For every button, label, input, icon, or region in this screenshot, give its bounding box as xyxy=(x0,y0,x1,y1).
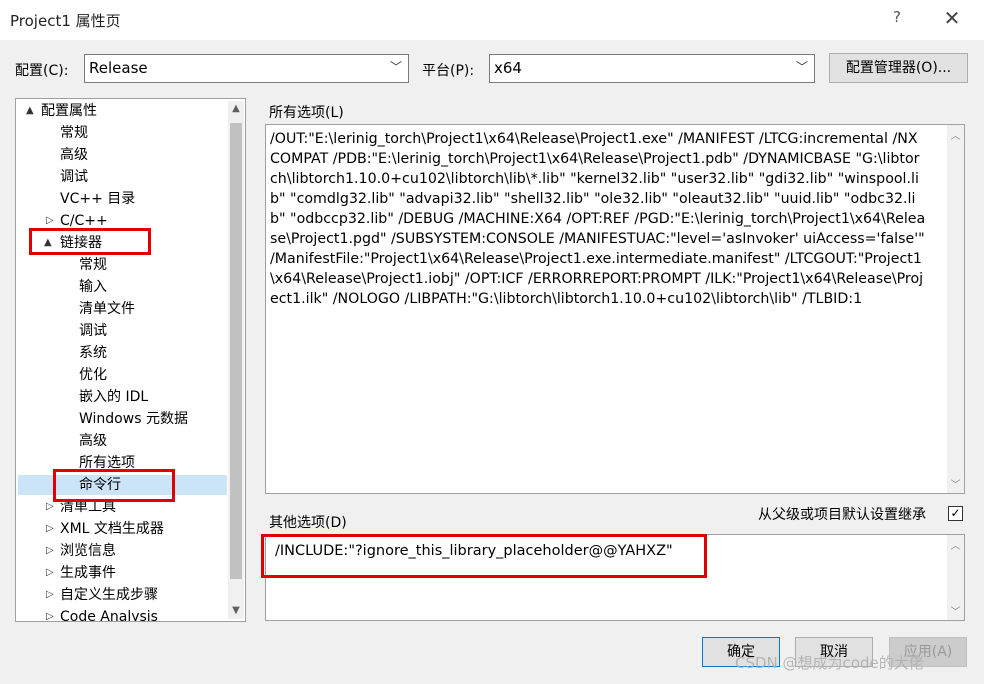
watermark: CSDN @想成为code的大佬 xyxy=(735,654,924,672)
annotation-other-options-box xyxy=(261,534,707,578)
tree-item-config-properties[interactable]: 配置属性 xyxy=(41,100,97,122)
expander-icon[interactable]: ▲ xyxy=(26,105,34,116)
tree-item-linker-optimization[interactable]: 优化 xyxy=(79,364,107,386)
tree-scrollbar[interactable]: ▲ ▼ xyxy=(228,101,244,619)
tree-item-vc-directories[interactable]: VC++ 目录 xyxy=(60,188,135,210)
title-bar: Project1 属性页 ? ✕ xyxy=(0,0,984,40)
annotation-linker-box xyxy=(29,228,151,255)
tree-item-advanced[interactable]: 高级 xyxy=(60,144,88,166)
tree-item-linker-embedded-idl[interactable]: 嵌入的 IDL xyxy=(79,386,148,408)
scroll-down-icon[interactable]: ﹀ xyxy=(947,476,964,491)
tree-item-linker-system[interactable]: 系统 xyxy=(79,342,107,364)
expander-icon[interactable]: ▷ xyxy=(46,215,54,226)
expander-icon[interactable]: ▷ xyxy=(46,501,54,512)
other-options-scrollbar[interactable]: ︿ ﹀ xyxy=(947,535,964,620)
help-button[interactable]: ? xyxy=(888,8,906,26)
tree-item-linker-windows-metadata[interactable]: Windows 元数据 xyxy=(79,408,188,430)
annotation-command-line-box xyxy=(53,469,175,502)
tree-item-browse-info[interactable]: 浏览信息 xyxy=(60,540,116,562)
config-select[interactable]: Release ﹀ xyxy=(84,54,409,83)
expander-icon[interactable]: ▷ xyxy=(46,567,54,578)
tree-item-build-events[interactable]: 生成事件 xyxy=(60,562,116,584)
tree-item-general[interactable]: 常规 xyxy=(60,122,88,144)
window-title: Project1 属性页 xyxy=(10,12,121,30)
all-options-textbox[interactable]: /OUT:"E:\lerinig_torch\Project1\x64\Rele… xyxy=(265,124,965,494)
config-value: Release xyxy=(89,59,148,77)
tree-item-xml-doc-generator[interactable]: XML 文档生成器 xyxy=(60,518,164,540)
all-options-text: /OUT:"E:\lerinig_torch\Project1\x64\Rele… xyxy=(270,131,930,307)
expander-icon[interactable]: ▷ xyxy=(46,545,54,556)
inherit-label: 从父级或项目默认设置继承 xyxy=(758,507,926,523)
chevron-down-icon: ﹀ xyxy=(795,60,808,74)
scroll-up-icon[interactable]: ▲ xyxy=(228,101,244,117)
inherit-checkbox[interactable]: ✓ xyxy=(948,506,963,521)
scroll-down-icon[interactable]: ﹀ xyxy=(947,603,964,618)
scroll-down-icon[interactable]: ▼ xyxy=(228,603,244,619)
tree-item-linker-advanced[interactable]: 高级 xyxy=(79,430,107,452)
close-button[interactable]: ✕ xyxy=(940,6,964,30)
tree-item-linker-general[interactable]: 常规 xyxy=(79,254,107,276)
tree-item-linker-manifest[interactable]: 清单文件 xyxy=(79,298,135,320)
config-manager-button[interactable]: 配置管理器(O)... xyxy=(829,53,968,83)
platform-value: x64 xyxy=(494,59,522,77)
expander-icon[interactable]: ▷ xyxy=(46,611,54,621)
tree-item-code-analysis[interactable]: Code Analysis xyxy=(60,606,158,621)
platform-select[interactable]: x64 ﹀ xyxy=(489,54,815,83)
expander-icon[interactable]: ▷ xyxy=(46,589,54,600)
expander-icon[interactable]: ▷ xyxy=(46,523,54,534)
config-label: 配置(C): xyxy=(15,63,69,79)
tree-item-debugging[interactable]: 调试 xyxy=(60,166,88,188)
all-options-scrollbar[interactable]: ︿ ﹀ xyxy=(947,125,964,493)
tree-item-custom-build-step[interactable]: 自定义生成步骤 xyxy=(60,584,158,606)
tree-item-linker-input[interactable]: 输入 xyxy=(79,276,107,298)
chevron-down-icon: ﹀ xyxy=(389,60,402,74)
all-options-label: 所有选项(L) xyxy=(269,105,344,121)
scroll-thumb[interactable] xyxy=(230,123,242,579)
platform-label: 平台(P): xyxy=(422,63,475,79)
tree-item-linker-debugging[interactable]: 调试 xyxy=(79,320,107,342)
scroll-up-icon[interactable]: ︿ xyxy=(947,127,964,142)
property-tree[interactable]: ▲ 配置属性 常规 高级 调试 VC++ 目录 ▷ C/C++ ▲ 链接器 常规… xyxy=(15,98,246,622)
scroll-up-icon[interactable]: ︿ xyxy=(947,537,964,552)
other-options-label: 其他选项(D) xyxy=(269,515,347,531)
